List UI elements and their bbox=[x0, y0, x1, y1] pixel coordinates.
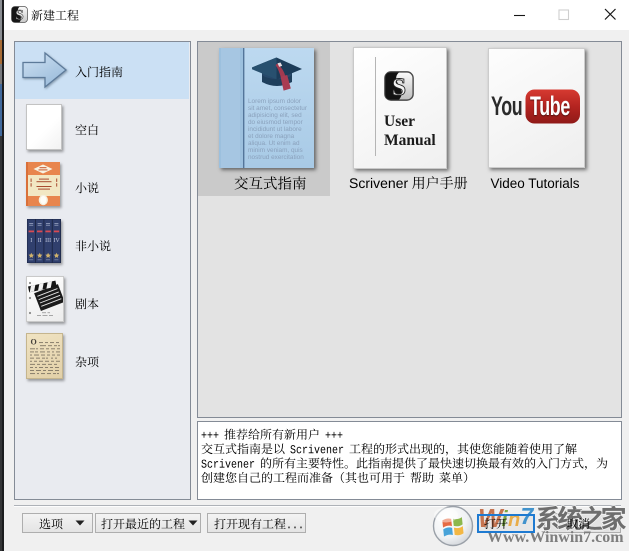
svg-text:III: III bbox=[45, 238, 51, 244]
svg-text:S: S bbox=[15, 8, 23, 24]
svg-text:O: O bbox=[31, 338, 37, 347]
svg-text:S: S bbox=[392, 72, 406, 101]
svg-text:II: II bbox=[38, 238, 42, 244]
svg-text:IV: IV bbox=[53, 238, 60, 244]
svg-text:I: I bbox=[30, 238, 32, 244]
